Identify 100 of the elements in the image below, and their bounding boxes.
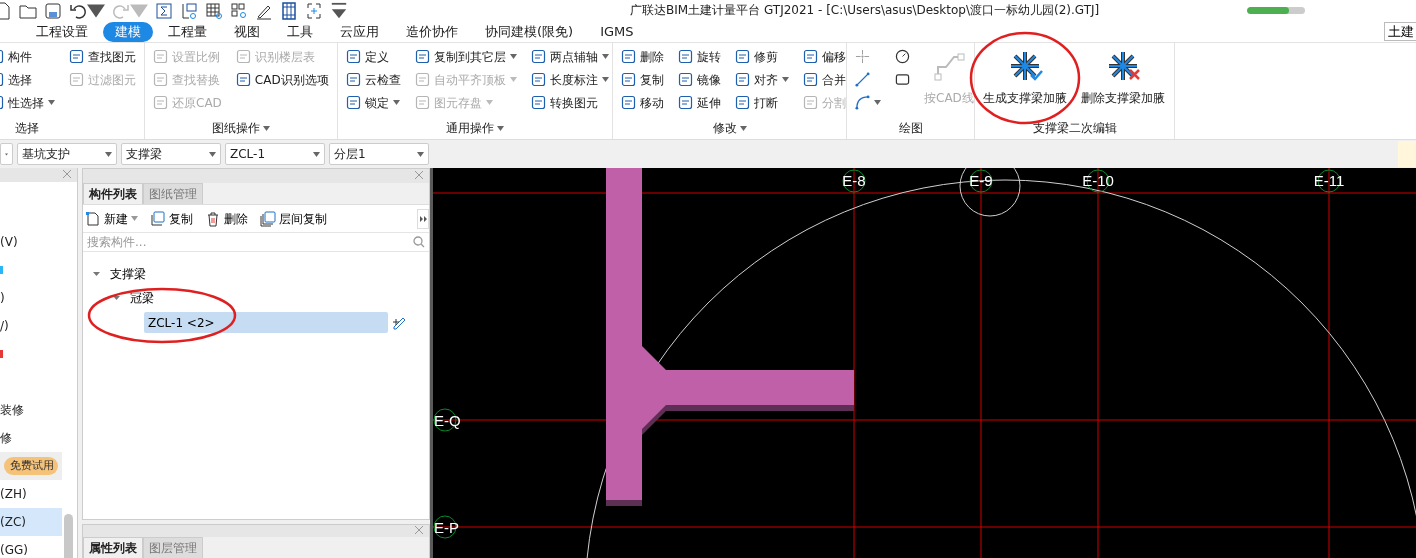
tool-icon bbox=[415, 95, 430, 110]
menu-tab[interactable]: 协同建模(限免) bbox=[473, 21, 586, 42]
ribbon-button[interactable]: 复制 bbox=[619, 68, 666, 91]
group-label: 支撑梁二次编辑 bbox=[1032, 120, 1117, 137]
panel-tab[interactable]: 图层管理 bbox=[143, 537, 203, 558]
tree-item[interactable]: 冠梁 bbox=[126, 287, 158, 309]
group-menu-button[interactable]: 通用操作 bbox=[446, 117, 504, 139]
scrollbar-thumb[interactable] bbox=[64, 514, 73, 558]
dropdown-field[interactable]: 分层1 bbox=[329, 143, 429, 165]
menu-tab[interactable]: 建模 bbox=[103, 21, 153, 42]
nav-row[interactable]: (V) bbox=[0, 228, 62, 256]
nav-row[interactable]: ) bbox=[0, 284, 62, 312]
tool-icon bbox=[621, 72, 636, 87]
panel-tab[interactable]: 图纸管理 bbox=[143, 183, 203, 204]
caret-icon bbox=[782, 77, 789, 82]
ribbon-button[interactable]: 合并 bbox=[801, 68, 848, 91]
nav-row[interactable]: (GG) bbox=[0, 536, 62, 558]
caret-icon bbox=[510, 77, 517, 82]
tool-icon bbox=[69, 72, 84, 87]
menu-tab[interactable]: 视图 bbox=[222, 21, 272, 42]
tool-icon bbox=[531, 95, 546, 110]
ribbon-button[interactable]: 查找图元 bbox=[67, 45, 138, 68]
axis-marker: E-P bbox=[433, 515, 459, 539]
group-label: 绘图 bbox=[898, 120, 923, 137]
dropdown-field[interactable] bbox=[0, 143, 13, 165]
sigma-icon bbox=[155, 1, 173, 20]
nav-item-text: (GG) bbox=[0, 542, 28, 558]
ribbon-button[interactable]: 延伸 bbox=[676, 91, 723, 114]
dropdown-field[interactable]: ZCL-1 bbox=[225, 143, 325, 165]
search-field[interactable]: 搜索构件... bbox=[85, 232, 413, 252]
expand-toggle[interactable] bbox=[113, 293, 123, 303]
tool-icon bbox=[531, 49, 546, 64]
ribbon-button[interactable]: 转换图元 bbox=[529, 91, 611, 114]
panel-tab[interactable]: 属性列表 bbox=[83, 537, 143, 558]
group-menu-button[interactable]: 图纸操作 bbox=[212, 117, 270, 139]
ribbon-button[interactable]: CAD识别选项 bbox=[233, 68, 331, 91]
nav-row[interactable]: (ZC) bbox=[0, 508, 62, 536]
ribbon-button[interactable]: 删除支撑梁加腋 bbox=[1079, 45, 1167, 111]
nav-item-text: ) bbox=[0, 290, 5, 307]
ribbon-button[interactable]: 移动 bbox=[619, 91, 666, 114]
nav-row[interactable]: /) bbox=[0, 312, 62, 340]
group-menu-button[interactable]: 修改 bbox=[712, 117, 747, 139]
menu-tab[interactable]: IGMS bbox=[588, 21, 646, 42]
menu-tab[interactable]: 工程设置 bbox=[24, 21, 100, 42]
ribbon-button[interactable]: 旋转 bbox=[676, 45, 723, 68]
ribbon-button[interactable]: 长度标注 bbox=[529, 68, 611, 91]
nav-item-text: /) bbox=[0, 318, 9, 335]
ribbon-button[interactable]: 对齐 bbox=[733, 68, 791, 91]
dropdown-value: 分层1 bbox=[334, 146, 366, 163]
tool-icon bbox=[678, 49, 693, 64]
expand-toggle[interactable] bbox=[93, 269, 103, 279]
menu-tab[interactable]: 云应用 bbox=[328, 21, 391, 42]
dropdown-field[interactable]: 基坑支护 bbox=[17, 143, 117, 165]
nav-item-text: 装修 bbox=[0, 402, 24, 419]
caret-icon bbox=[393, 100, 400, 105]
ribbon-button[interactable]: 锁定 bbox=[344, 91, 403, 114]
ribbon-button[interactable]: 删除 bbox=[619, 45, 666, 68]
group-label: 选择 bbox=[15, 120, 39, 137]
overflow-button[interactable] bbox=[417, 208, 429, 229]
ribbon-button[interactable]: 打断 bbox=[733, 91, 791, 114]
dropdown-value: ZCL-1 bbox=[230, 146, 266, 163]
tree-item[interactable]: ZCL-1 <2> bbox=[144, 311, 388, 333]
ribbon-button[interactable]: 定义 bbox=[344, 45, 403, 68]
close-button[interactable] bbox=[415, 526, 425, 536]
tree-item[interactable]: 支撑梁 bbox=[106, 263, 150, 285]
close-icon bbox=[63, 170, 71, 178]
menu-tab[interactable]: 造价协作 bbox=[394, 21, 470, 42]
ribbon-button[interactable]: 两点辅轴 bbox=[529, 45, 611, 68]
ribbon-button[interactable]: 偏移 bbox=[801, 45, 848, 68]
panel-tab[interactable]: 构件列表 bbox=[83, 183, 143, 204]
ribbon-button[interactable]: 修剪 bbox=[733, 45, 791, 68]
rectangle-icon bbox=[895, 72, 910, 87]
ribbon-button[interactable]: 镜像 bbox=[676, 68, 723, 91]
close-button[interactable] bbox=[415, 171, 425, 181]
point-icon bbox=[855, 49, 870, 64]
close-button[interactable] bbox=[63, 170, 73, 180]
ribbon-button[interactable]: 复制到其它层 bbox=[413, 45, 519, 68]
toolbar-button[interactable]: 层间复制 bbox=[260, 209, 327, 228]
tool-icon bbox=[235, 72, 251, 87]
dropdown-field[interactable]: 支撑梁 bbox=[121, 143, 221, 165]
window-title: 广联达BIM土建计量平台 GTJ2021 - [C:\Users\asus\Desktop\渡口一标幼儿园(2).GTJ] bbox=[630, 2, 1100, 19]
toolbar-button[interactable]: 新建 bbox=[85, 209, 138, 228]
nav-row[interactable]: 装修 bbox=[0, 396, 62, 424]
collapse-arrow-icon bbox=[113, 295, 121, 301]
nav-row[interactable]: 修 bbox=[0, 424, 62, 452]
toolbar-button[interactable]: 删除 bbox=[205, 209, 248, 228]
menu-tab[interactable]: 工具 bbox=[275, 21, 325, 42]
ribbon-button[interactable]: 构件 bbox=[0, 45, 57, 68]
nav-item-text: (ZC) bbox=[0, 514, 26, 531]
menu-tab[interactable]: 工程量 bbox=[156, 21, 219, 42]
profession-tab[interactable]: 土建 bbox=[1384, 22, 1416, 41]
ribbon-button[interactable]: 性选择 bbox=[0, 91, 57, 114]
close-icon bbox=[415, 526, 423, 534]
ribbon-button[interactable]: 云检查 bbox=[344, 68, 403, 91]
ribbon-button[interactable]: 选择 bbox=[0, 68, 57, 91]
tool-icon bbox=[621, 49, 636, 64]
caret-icon bbox=[48, 100, 55, 105]
nav-row[interactable]: (ZH) bbox=[0, 480, 62, 508]
toolbar-button[interactable]: 复制 bbox=[150, 209, 193, 228]
tool-icon bbox=[153, 95, 168, 110]
